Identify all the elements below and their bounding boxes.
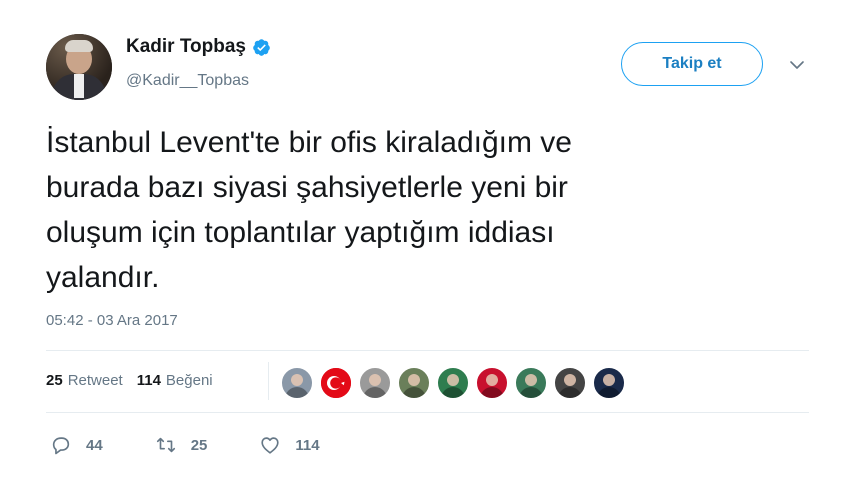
author-handle[interactable]: @Kadir__Topbas bbox=[126, 72, 249, 90]
tweet-text-line: oluşum için toplantılar yaptığım iddiası bbox=[46, 216, 555, 249]
heart-icon bbox=[261, 437, 279, 454]
like-stat-count[interactable]: 114 bbox=[137, 372, 161, 389]
liker-avatar[interactable] bbox=[280, 366, 314, 400]
liker-avatar[interactable] bbox=[592, 366, 626, 400]
tweet-text-line: İstanbul Levent'te bir ofis kiraladığım … bbox=[46, 126, 572, 159]
tweet-actions: 44 25 114 bbox=[50, 434, 372, 456]
liker-avatar[interactable] bbox=[514, 366, 548, 400]
tweet-text-line: burada bazı siyasi şahsiyetlerle yeni bi… bbox=[46, 171, 568, 204]
liker-avatar[interactable] bbox=[553, 366, 587, 400]
author-avatar[interactable] bbox=[46, 34, 112, 100]
liker-avatar[interactable] bbox=[397, 366, 431, 400]
like-count: 114 bbox=[295, 436, 320, 454]
turkish-flag-icon bbox=[321, 368, 351, 398]
like-stat-label[interactable]: Beğeni bbox=[166, 372, 213, 389]
verified-badge-icon bbox=[252, 38, 271, 57]
liker-avatar[interactable] bbox=[319, 366, 353, 400]
retweet-stat-label[interactable]: Retweet bbox=[68, 372, 123, 389]
liker-avatar[interactable] bbox=[436, 366, 470, 400]
retweet-icon bbox=[156, 437, 175, 453]
reply-icon bbox=[52, 437, 70, 455]
like-action[interactable]: 114 bbox=[259, 434, 320, 456]
reply-action[interactable]: 44 bbox=[50, 434, 103, 456]
stats-separator bbox=[268, 362, 269, 400]
retweet-action[interactable]: 25 bbox=[155, 434, 208, 456]
liker-avatar[interactable] bbox=[358, 366, 392, 400]
engagement-stats: 25 Retweet 114 Beğeni bbox=[46, 372, 227, 389]
divider bbox=[46, 350, 809, 351]
divider bbox=[46, 412, 809, 413]
tweet-timestamp[interactable]: 05:42 - 03 Ara 2017 bbox=[46, 312, 178, 329]
likers-avatars bbox=[280, 366, 631, 400]
author-name-row: Kadir Topbaş bbox=[126, 36, 271, 58]
follow-button[interactable]: Takip et bbox=[621, 42, 763, 86]
tweet-card: Kadir Topbaş @Kadir__Topbas Takip et İst… bbox=[0, 0, 860, 480]
retweet-stat-count[interactable]: 25 bbox=[46, 372, 63, 389]
retweet-count: 25 bbox=[190, 436, 208, 454]
chevron-down-icon[interactable] bbox=[788, 56, 806, 74]
author-display-name[interactable]: Kadir Topbaş bbox=[126, 36, 246, 58]
tweet-text: İstanbul Levent'te bir ofis kiraladığım … bbox=[46, 120, 786, 300]
reply-count: 44 bbox=[86, 436, 103, 454]
tweet-text-line: yalandır. bbox=[46, 261, 160, 294]
liker-avatar[interactable] bbox=[475, 366, 509, 400]
